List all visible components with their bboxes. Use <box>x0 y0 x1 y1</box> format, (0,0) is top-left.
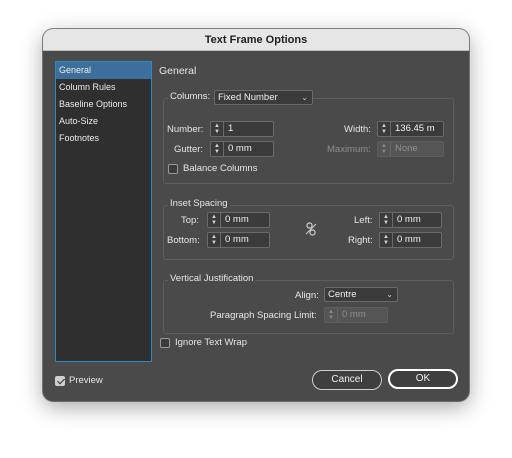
inset-top-label: Top: <box>181 215 199 226</box>
paragraph-spacing-limit-value: 0 mm <box>342 309 366 320</box>
inset-left-label: Left: <box>354 215 373 226</box>
inset-top-value[interactable]: 0 mm <box>221 213 249 227</box>
sidebar-item-column-rules[interactable]: Column Rules <box>56 79 151 96</box>
gutter-label: Gutter: <box>174 144 204 155</box>
sidebar-item-footnotes[interactable]: Footnotes <box>56 130 151 147</box>
width-value[interactable]: 136.45 m <box>391 122 435 136</box>
stepper-icon[interactable]: ▲ ▼ <box>380 233 393 247</box>
chevron-down-icon: ⌄ <box>301 93 308 102</box>
inset-right-label: Right: <box>348 235 373 246</box>
preview-label[interactable]: Preview <box>69 375 103 386</box>
vertical-justification-group <box>163 280 454 334</box>
dialog-title: Text Frame Options <box>43 29 469 51</box>
paragraph-spacing-limit-label: Paragraph Spacing Limit: <box>210 310 317 321</box>
inset-bottom-field[interactable]: ▲ ▼ 0 mm <box>207 232 270 248</box>
align-value: Centre <box>328 289 357 300</box>
inset-left-value[interactable]: 0 mm <box>393 213 421 227</box>
stepper-icon[interactable]: ▲ ▼ <box>208 233 221 247</box>
stepper-icon: ▲ ▼ <box>378 142 391 156</box>
columns-type-value: Fixed Number <box>218 92 278 103</box>
preview-checkbox[interactable] <box>55 376 65 386</box>
maximum-value: None <box>395 143 418 154</box>
inset-spacing-title: Inset Spacing <box>168 198 230 209</box>
maximum-label: Maximum: <box>327 144 371 155</box>
balance-columns-label[interactable]: Balance Columns <box>183 163 257 174</box>
stepper-icon: ▲ ▼ <box>325 308 338 322</box>
inset-left-field[interactable]: ▲ ▼ 0 mm <box>379 212 442 228</box>
width-field[interactable]: ▲ ▼ 136.45 m <box>377 121 444 137</box>
chevron-down-icon: ⌄ <box>386 290 393 299</box>
inset-right-field[interactable]: ▲ ▼ 0 mm <box>379 232 442 248</box>
section-title: General <box>159 65 197 77</box>
broken-chain-icon[interactable] <box>305 222 317 236</box>
columns-type-select[interactable]: Fixed Number ⌄ <box>214 90 313 105</box>
stepper-icon[interactable]: ▲ ▼ <box>378 122 391 136</box>
balance-columns-checkbox[interactable] <box>168 164 178 174</box>
cancel-button[interactable]: Cancel <box>312 370 382 390</box>
sidebar-item-baseline-options[interactable]: Baseline Options <box>56 96 151 113</box>
stepper-icon[interactable]: ▲ ▼ <box>208 213 221 227</box>
number-label: Number: <box>167 124 204 135</box>
vertical-justification-title: Vertical Justification <box>168 273 256 284</box>
inset-top-field[interactable]: ▲ ▼ 0 mm <box>207 212 270 228</box>
ignore-text-wrap-label[interactable]: Ignore Text Wrap <box>175 337 247 348</box>
paragraph-spacing-limit-field: ▲ ▼ 0 mm <box>324 307 388 323</box>
gutter-value[interactable]: 0 mm <box>224 142 252 156</box>
text-frame-options-dialog: Text Frame Options General Column Rules … <box>43 29 469 401</box>
number-value[interactable]: 1 <box>224 122 233 136</box>
stepper-icon[interactable]: ▲ ▼ <box>211 122 224 136</box>
sidebar-item-general[interactable]: General <box>56 62 151 79</box>
ok-button[interactable]: OK <box>388 369 458 389</box>
align-label: Align: <box>295 290 319 301</box>
ignore-text-wrap-checkbox[interactable] <box>160 338 170 348</box>
category-list: General Column Rules Baseline Options Au… <box>55 61 152 362</box>
gutter-field[interactable]: ▲ ▼ 0 mm <box>210 141 274 157</box>
inset-right-value[interactable]: 0 mm <box>393 233 421 247</box>
maximum-field: ▲ ▼ None <box>377 141 444 157</box>
inset-bottom-value[interactable]: 0 mm <box>221 233 249 247</box>
columns-label: Columns: <box>168 91 213 102</box>
stepper-icon[interactable]: ▲ ▼ <box>211 142 224 156</box>
number-field[interactable]: ▲ ▼ 1 <box>210 121 274 137</box>
inset-bottom-label: Bottom: <box>167 235 200 246</box>
stepper-icon[interactable]: ▲ ▼ <box>380 213 393 227</box>
width-label: Width: <box>344 124 371 135</box>
align-select[interactable]: Centre ⌄ <box>324 287 398 302</box>
sidebar-item-auto-size[interactable]: Auto-Size <box>56 113 151 130</box>
